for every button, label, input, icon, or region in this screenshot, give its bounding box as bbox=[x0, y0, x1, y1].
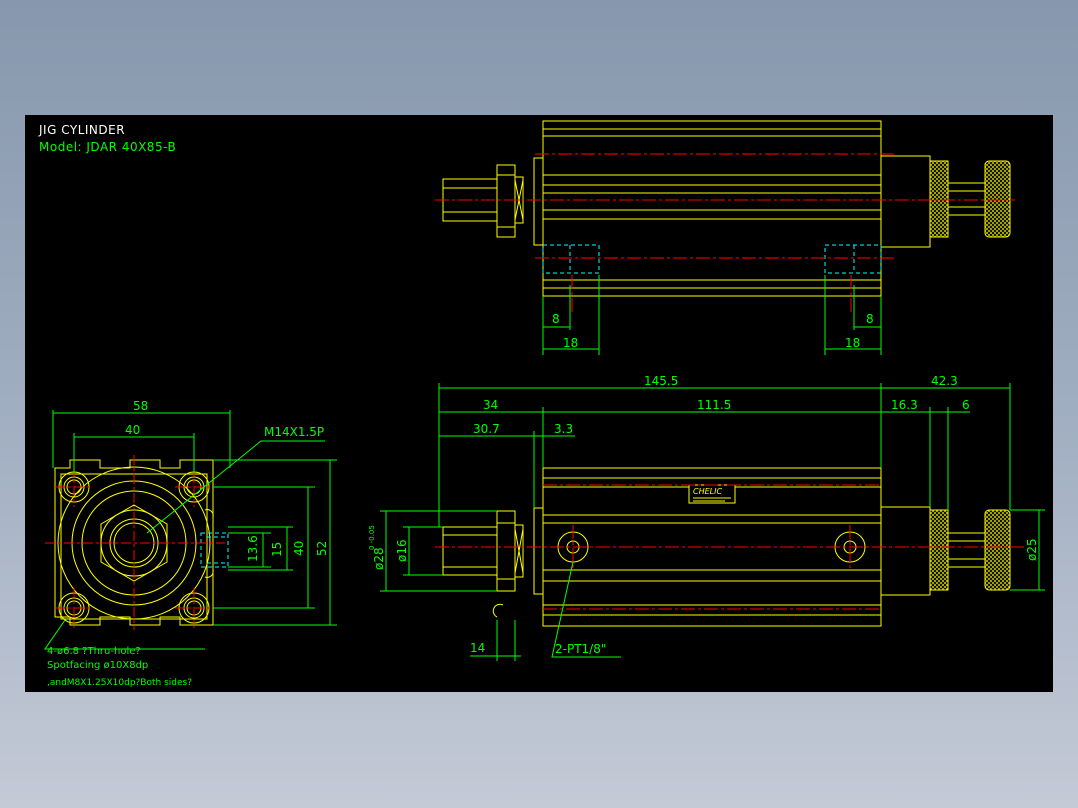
thread-label: M14X1.5P bbox=[264, 425, 324, 439]
dim-145-5: 145.5 bbox=[644, 374, 678, 388]
nameplate-text: CHELIC bbox=[693, 487, 722, 496]
dim-15: 15 bbox=[270, 542, 284, 557]
dim-3-3: 3.3 bbox=[554, 422, 573, 436]
port-label: 2-PT1/8" bbox=[555, 642, 606, 656]
holes-note-1: 4-ø6.8 ?Thru-hole? bbox=[47, 646, 141, 657]
dim-phi16: ø16 bbox=[395, 539, 409, 562]
top-view: 8 18 8 18 bbox=[435, 120, 1015, 355]
dim-40-top: 40 bbox=[125, 423, 140, 437]
holes-note-3: ,andM8X1.25X10dp?Both sides? bbox=[47, 678, 192, 688]
nameplate: CHELIC bbox=[688, 484, 736, 504]
dim-40-side: 40 bbox=[292, 541, 306, 556]
dim-30-7: 30.7 bbox=[473, 422, 500, 436]
dim-16-3: 16.3 bbox=[891, 398, 918, 412]
dim-18-left: 18 bbox=[563, 336, 578, 350]
dim-tolerance: 0 -0.05 bbox=[368, 525, 376, 550]
dim-18-right: 18 bbox=[845, 336, 860, 350]
dim-13-6: 13.6 bbox=[246, 535, 260, 562]
cad-viewport[interactable]: JIG CYLINDER Model: JDAR 40X85-B 8 18 8 … bbox=[25, 115, 1053, 692]
dim-6: 6 bbox=[962, 398, 970, 412]
dim-111-5: 111.5 bbox=[697, 398, 731, 412]
dim-8-left: 8 bbox=[552, 312, 560, 326]
side-view: CHELIC 145.5 42.3 34 111.5 16.3 6 30.7 3… bbox=[368, 374, 1045, 661]
dim-52: 52 bbox=[315, 541, 329, 556]
dim-42-3: 42.3 bbox=[931, 374, 958, 388]
drawing-canvas: 8 18 8 18 58 40 M14X1.5P 13.6 15 40 52 4… bbox=[44, 120, 1045, 688]
front-view: 58 40 M14X1.5P 13.6 15 40 52 4-ø6.8 ?Thr… bbox=[44, 399, 337, 688]
dim-58: 58 bbox=[133, 399, 148, 413]
holes-note-2: Spotfacing ø10X8dp bbox=[47, 660, 148, 671]
dim-34: 34 bbox=[483, 398, 498, 412]
dim-14: 14 bbox=[470, 641, 485, 655]
dim-phi25: ø25 bbox=[1025, 538, 1039, 561]
dim-8-right: 8 bbox=[866, 312, 874, 326]
